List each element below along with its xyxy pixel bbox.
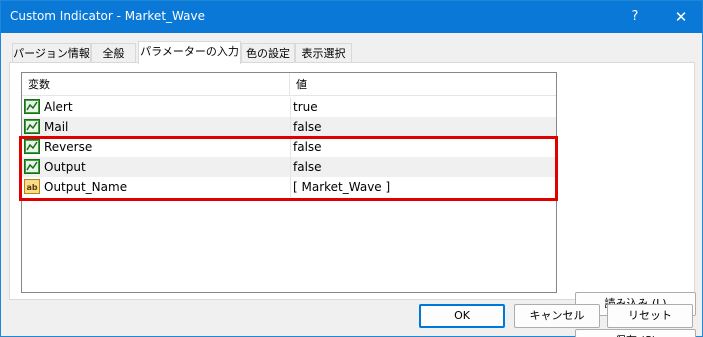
parameter-value[interactable]: false [293,117,322,137]
tab-panel: 変数 値 Alert true Mail false Reverse false… [9,62,696,337]
parameters-list[interactable]: 変数 値 Alert true Mail false Reverse false… [21,72,557,293]
column-header-variable[interactable]: 変数 [22,73,290,96]
bool-icon [24,99,40,114]
parameter-row-mail[interactable]: Mail false [22,117,556,137]
parameter-value[interactable]: false [293,137,322,157]
parameter-name: Alert [44,100,73,114]
tab-visualization[interactable]: 表示選択 [295,43,352,63]
parameter-row-output-name[interactable]: ab Output_Name [ Market_Wave ] [22,177,556,197]
tab-colors[interactable]: 色の設定 [241,43,295,63]
tab-general[interactable]: 全般 [91,43,136,63]
string-icon: ab [24,179,40,194]
bool-icon [24,119,40,134]
cancel-button[interactable]: キャンセル [514,304,600,328]
parameter-row-alert[interactable]: Alert true [22,97,556,117]
parameter-value[interactable]: false [293,157,322,177]
tab-version-info[interactable]: パージョン情報 [12,43,91,63]
parameter-name: Reverse [44,140,93,154]
parameter-name: Output_Name [44,180,128,194]
parameter-row-output[interactable]: Output false [22,157,556,177]
string-icon-glyph: ab [26,183,37,192]
bool-icon [24,159,40,174]
custom-indicator-dialog: Custom Indicator - Market_Wave ? ✕ パージョン… [0,0,703,337]
window-title: Custom Indicator - Market_Wave [10,9,205,23]
column-divider [290,117,291,137]
bool-icon [24,139,40,154]
tab-input-parameters[interactable]: パラメーターの入力 [138,41,241,64]
save-button[interactable]: 保存 (S) [575,329,696,337]
help-button[interactable]: ? [612,1,658,33]
parameter-name: Mail [44,120,69,134]
title-bar[interactable]: Custom Indicator - Market_Wave ? ✕ [1,1,702,33]
parameter-value[interactable]: [ Market_Wave ] [293,177,390,197]
column-header-value[interactable]: 値 [290,73,556,96]
close-button[interactable]: ✕ [658,1,703,33]
column-divider [290,97,291,117]
list-header: 変数 値 [22,73,556,96]
parameter-name: Output [44,160,86,174]
column-divider [290,177,291,197]
column-divider [290,137,291,157]
ok-button[interactable]: OK [419,304,505,328]
parameter-value[interactable]: true [293,97,318,117]
reset-button[interactable]: リセット [607,304,693,328]
parameter-row-reverse[interactable]: Reverse false [22,137,556,157]
column-divider [290,157,291,177]
tab-bar: パージョン情報 全般 パラメーターの入力 色の設定 表示選択 [9,41,695,64]
